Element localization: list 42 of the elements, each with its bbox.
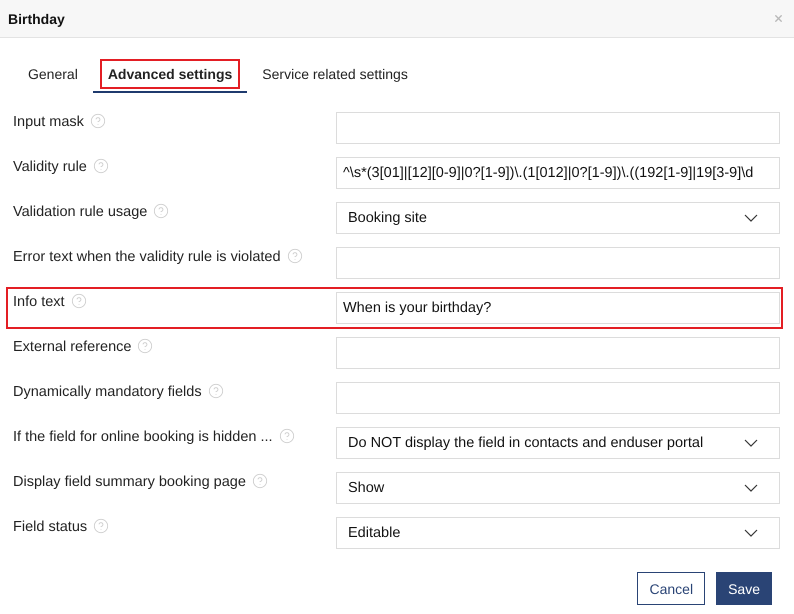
help-icon — [92, 158, 109, 174]
chevron-down-icon — [744, 529, 758, 537]
tab[interactable]: General — [13, 57, 93, 93]
input-field[interactable] — [336, 112, 780, 144]
help-icon — [252, 473, 268, 489]
cancel-button[interactable]: Cancel — [637, 572, 706, 605]
chevron-down-icon — [744, 214, 758, 222]
select-field[interactable]: Do NOT display the field in contacts and enduser portal — [336, 427, 780, 459]
dialog-title: Birthday — [8, 10, 65, 26]
help-icon — [278, 428, 295, 444]
help-icon — [93, 518, 110, 534]
select-field[interactable]: Editable — [336, 517, 780, 549]
help-icon — [90, 113, 106, 129]
input-field[interactable] — [336, 337, 780, 369]
help-icon — [70, 293, 87, 309]
input-field[interactable]: ^\s*(3[01]|[12][0-9]|0?[1-9])\.(1[012]|0?[1-9])\.((192[1-9]|19[3-9]\d — [336, 157, 780, 189]
field-label: Display field summary booking page — [13, 473, 246, 491]
field-label: Dynamically mandatory fields — [13, 383, 202, 401]
field-label: Validity rule — [13, 158, 87, 176]
help-icon — [286, 248, 303, 264]
help-icon — [137, 338, 154, 354]
tab[interactable]: Service related settings — [247, 57, 423, 93]
input-field[interactable]: When is your birthday? — [336, 292, 780, 324]
input-field[interactable] — [336, 382, 780, 414]
close-button[interactable] — [773, 13, 784, 24]
input-field[interactable] — [336, 247, 780, 279]
close-icon — [773, 13, 784, 24]
field-label: External reference — [13, 338, 132, 356]
chevron-down-icon — [744, 484, 758, 492]
field-label: Validation rule usage — [13, 203, 148, 221]
select-field[interactable]: Booking site — [336, 202, 780, 234]
field-label: Field status — [13, 518, 88, 536]
field-label: If the field for online booking is hidden ... — [13, 428, 273, 446]
save-button[interactable]: Save — [716, 572, 772, 605]
help-icon — [153, 203, 170, 219]
field-label: Error text when the validity rule is violated — [13, 248, 281, 266]
field-label: Input mask — [13, 113, 84, 131]
select-field[interactable]: Show — [336, 472, 780, 504]
chevron-down-icon — [744, 439, 758, 447]
help-icon — [208, 383, 224, 399]
tab[interactable]: Advanced settings — [92, 57, 248, 93]
field-label: Info text — [13, 293, 65, 311]
